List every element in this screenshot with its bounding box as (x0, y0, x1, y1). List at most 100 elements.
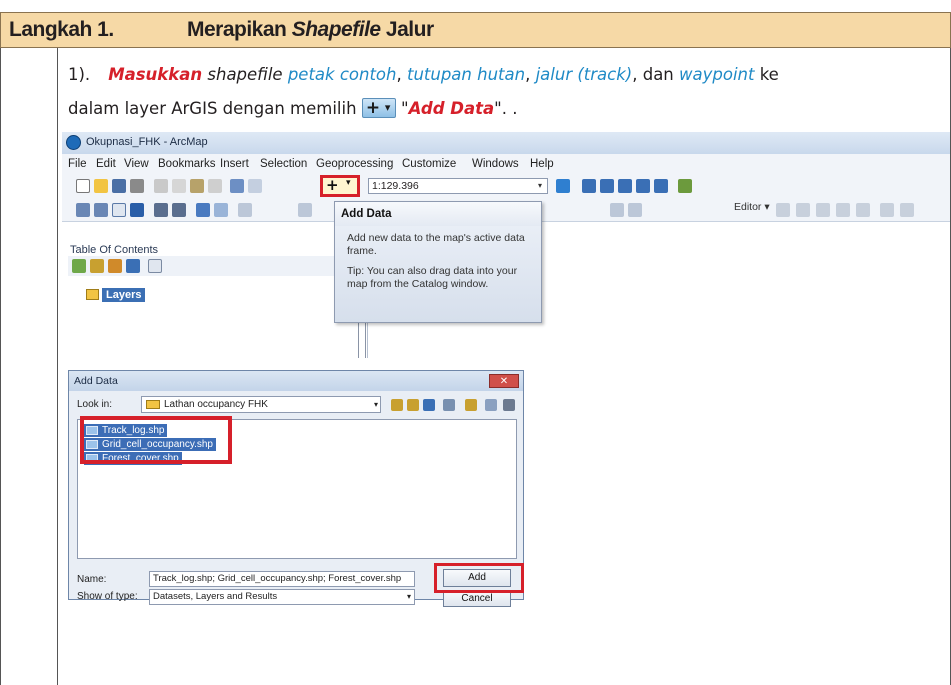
full-extent-icon[interactable] (130, 203, 144, 217)
tooltip-tip: Tip: You can also drag data into your ma… (347, 265, 518, 290)
identify-icon[interactable] (298, 203, 312, 217)
back-extent-icon[interactable] (196, 203, 210, 217)
add-data-button[interactable]: + ▾ (320, 175, 360, 197)
menu-customize[interactable]: Customize (402, 158, 456, 170)
copy-icon[interactable] (172, 179, 186, 193)
menu-help[interactable]: Help (530, 158, 554, 170)
menu-geoprocessing[interactable]: Geoprocessing (316, 158, 393, 170)
list-by-selection-icon[interactable] (126, 259, 140, 273)
show-type-label: Show of type: (77, 591, 138, 602)
connect-folder-icon[interactable] (423, 399, 435, 411)
select-features-icon[interactable] (238, 203, 252, 217)
menu-insert[interactable]: Insert (220, 158, 249, 170)
menu-bookmarks[interactable]: Bookmarks (158, 158, 216, 170)
instruction-line-2-end: ". . (494, 99, 518, 118)
instruction-comma-2: , (525, 65, 536, 84)
standard-toolbar: + ▾ 1:129.396 ▾ (62, 174, 950, 198)
toc-window-icon[interactable] (582, 179, 596, 193)
step-label: Langkah 1. (9, 18, 114, 41)
instruction-quote: " (395, 99, 409, 118)
fixed-zoom-out-icon[interactable] (172, 203, 186, 217)
look-in-label: Look in: (77, 399, 113, 410)
print-icon[interactable] (130, 179, 144, 193)
step-title-prefix: Merapikan (187, 18, 292, 41)
topology-tool-7-icon[interactable] (900, 203, 914, 217)
paste-icon[interactable] (190, 179, 204, 193)
topology-tool-5-icon[interactable] (856, 203, 870, 217)
instruction-action-add-data: Add Data (408, 99, 495, 118)
add-data-plus-icon: + (326, 176, 339, 194)
new-document-icon[interactable] (76, 179, 90, 193)
instruction-line-1: 1). Masukkan shapefile petak contoh, tutu… (68, 58, 948, 92)
catalog-window-icon[interactable] (600, 179, 614, 193)
scale-dropdown-icon[interactable]: ▾ (533, 179, 547, 193)
zoom-out-icon[interactable] (94, 203, 108, 217)
show-type-dropdown[interactable]: Datasets, Layers and Results ▾ (149, 589, 415, 605)
toc-layers-item[interactable]: Layers (102, 288, 146, 302)
pan-icon[interactable] (112, 203, 126, 217)
up-one-level-icon[interactable] (391, 399, 403, 411)
term-waypoint: waypoint (679, 65, 755, 84)
instruction-verb: Masukkan (108, 65, 203, 84)
arctoolbox-icon[interactable] (636, 179, 650, 193)
open-folder-icon[interactable] (94, 179, 108, 193)
chevron-down-icon: ▾ (406, 592, 411, 601)
folder-icon (146, 400, 160, 409)
redo-icon[interactable] (248, 179, 262, 193)
menu-edit[interactable]: Edit (96, 158, 116, 170)
topology-tool-2-icon[interactable] (796, 203, 810, 217)
home-folder-icon[interactable] (407, 399, 419, 411)
show-type-value: Datasets, Layers and Results (153, 591, 278, 602)
toc-toolbar (68, 256, 368, 276)
list-by-drawing-order-icon[interactable] (72, 259, 86, 273)
map-scale-field[interactable]: 1:129.396 ▾ (368, 178, 548, 194)
menu-file[interactable]: File (68, 158, 87, 170)
arcmap-app-icon (66, 135, 81, 150)
step-title-italic: Shapefile (291, 18, 381, 41)
delete-icon[interactable] (208, 179, 222, 193)
topology-tool-icon[interactable] (776, 203, 790, 217)
zoom-in-icon[interactable] (76, 203, 90, 217)
modelbuilder-icon[interactable] (678, 179, 692, 193)
name-field[interactable]: Track_log.shp; Grid_cell_occupancy.shp; … (149, 571, 415, 587)
list-by-visibility-icon[interactable] (108, 259, 122, 273)
toc-options-icon[interactable] (148, 259, 162, 273)
arcmap-window-title: Okupnasi_FHK - ArcMap (86, 136, 208, 148)
term-tutupan-hutan: tutupan hutan (406, 65, 526, 84)
frame-left-rule (0, 48, 1, 685)
view-options-icon[interactable] (443, 399, 455, 411)
step-header: Langkah 1. Merapikan Shapefile Jalur (0, 12, 951, 48)
topology-tool-6-icon[interactable] (880, 203, 894, 217)
arcmap-menubar: File Edit View Bookmarks Insert Selectio… (62, 154, 950, 174)
editor-toolbar-icon[interactable] (556, 179, 570, 193)
fixed-zoom-in-icon[interactable] (154, 203, 168, 217)
menu-windows[interactable]: Windows (472, 158, 519, 170)
list-by-source-icon[interactable] (90, 259, 104, 273)
python-window-icon[interactable] (654, 179, 668, 193)
look-in-dropdown[interactable]: Lathan occupancy FHK ▾ (141, 396, 381, 413)
menu-view[interactable]: View (124, 158, 149, 170)
editor-menu[interactable]: Editor ▾ (734, 201, 770, 213)
layout-tool-2-icon[interactable] (628, 203, 642, 217)
forward-extent-icon[interactable] (214, 203, 228, 217)
instruction-line-2-text: dalam layer ArGIS dengan memilih (68, 99, 362, 118)
layout-tool-icon[interactable] (610, 203, 624, 217)
look-in-value: Lathan occupancy FHK (164, 399, 268, 410)
menu-selection[interactable]: Selection (260, 158, 307, 170)
step-title-suffix: Jalur (380, 18, 434, 41)
dialog-close-icon[interactable]: ✕ (489, 374, 519, 388)
name-label: Name: (77, 574, 107, 585)
search-window-icon[interactable] (618, 179, 632, 193)
term-jalur-track: jalur (track) (535, 65, 633, 84)
new-folder-icon[interactable] (465, 399, 477, 411)
instruction-paragraph: 1). Masukkan shapefile petak contoh, tutu… (68, 58, 948, 126)
frame-inner-rule (57, 48, 58, 685)
catalog-view-icon[interactable] (485, 399, 497, 411)
undo-icon[interactable] (230, 179, 244, 193)
topology-tool-4-icon[interactable] (836, 203, 850, 217)
cut-icon[interactable] (154, 179, 168, 193)
topology-tool-3-icon[interactable] (816, 203, 830, 217)
save-icon[interactable] (112, 179, 126, 193)
dialog-options-icon[interactable] (503, 399, 515, 411)
tooltip-description: Add new data to the map's active data fr… (347, 232, 525, 257)
